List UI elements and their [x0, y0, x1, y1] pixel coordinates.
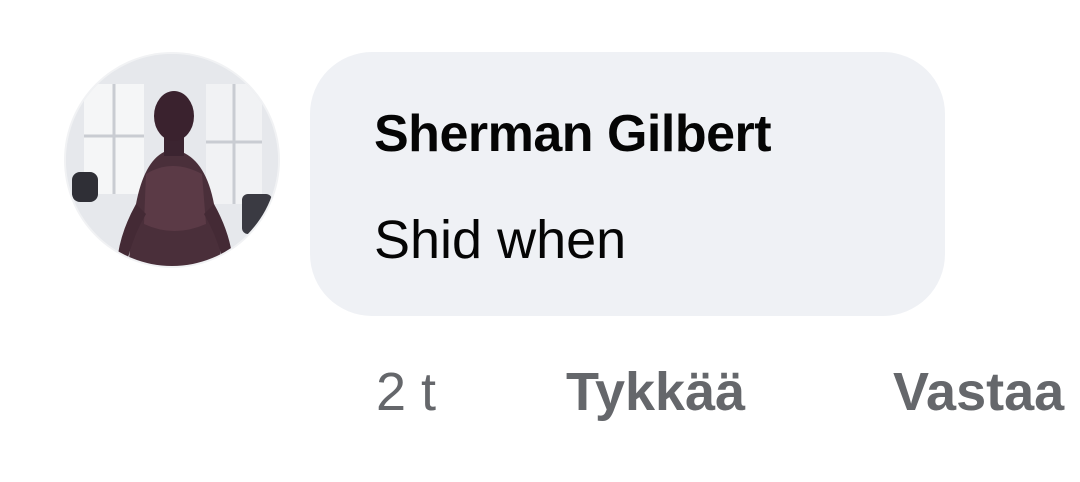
comment-text: Shid when [374, 210, 627, 270]
like-button[interactable]: Tykkää [566, 360, 745, 424]
comment-author[interactable]: Sherman Gilbert [374, 104, 772, 164]
reply-button[interactable]: Vastaa [893, 360, 1064, 424]
comment: Sherman Gilbert Shid when 2 t Tykkää Vas… [0, 0, 1080, 482]
profile-photo-icon [66, 54, 278, 266]
avatar[interactable] [66, 54, 278, 266]
comment-bubble: Sherman Gilbert Shid when [310, 52, 945, 316]
comment-timestamp[interactable]: 2 t [376, 360, 436, 424]
